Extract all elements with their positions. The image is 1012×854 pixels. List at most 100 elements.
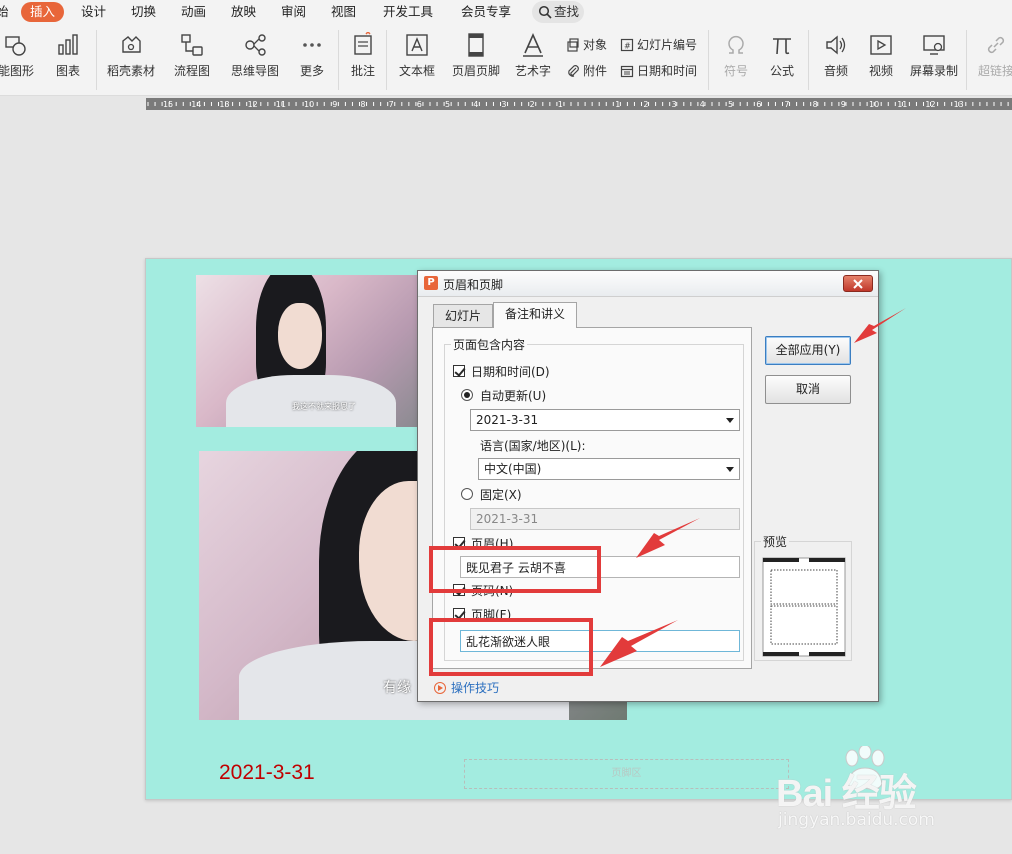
photo-subtitle: 我这不就来报恩了 — [292, 402, 356, 411]
cancel-button[interactable]: 取消 — [765, 375, 851, 404]
menu-animation[interactable]: 动画 — [181, 2, 206, 22]
chart-icon — [58, 34, 78, 55]
date-format-select[interactable]: 2021-3-31 — [470, 409, 740, 431]
textbox-button[interactable]: 文本框 — [393, 32, 441, 88]
ruler-label: 9 — [841, 100, 846, 109]
ruler-label: 10 — [304, 100, 314, 109]
ruler-label: 7 — [784, 100, 789, 109]
auto-update-radio[interactable] — [461, 389, 473, 401]
fixed-date-value: 2021-3-31 — [476, 512, 539, 526]
ruler-label: 8 — [813, 100, 818, 109]
chart-button[interactable]: 图表 — [48, 32, 88, 88]
ruler-label: 14 — [191, 100, 201, 109]
ruler-label: 5 — [728, 100, 733, 109]
photo-face — [278, 303, 322, 369]
object-label: 对象 — [583, 38, 608, 52]
chart-label: 图表 — [55, 64, 80, 78]
preview-title: 预览 — [761, 533, 790, 550]
dialog-title: 页眉和页脚 — [443, 278, 504, 292]
datetime-checkbox[interactable] — [453, 365, 465, 377]
horizontal-ruler: 16151413121110987654321 1234567891011121… — [146, 98, 1012, 110]
audio-label: 音频 — [823, 64, 848, 78]
play-circle-icon — [434, 682, 446, 694]
slide-photo-top[interactable]: 我这不就来报恩了 — [196, 275, 420, 427]
menu-view[interactable]: 视图 — [331, 2, 356, 22]
menu-review[interactable]: 审阅 — [281, 2, 306, 22]
preview-page-icon — [762, 557, 846, 657]
more-button[interactable]: 更多 — [294, 32, 330, 88]
slide-number-label: 幻灯片编号 — [637, 38, 698, 52]
language-value: 中文(中国) — [484, 462, 542, 476]
header-footer-icon — [468, 33, 484, 57]
fixed-label: 固定(X) — [480, 488, 522, 502]
dialog-close-button[interactable] — [843, 275, 873, 292]
object-button[interactable]: 对象 — [566, 36, 607, 54]
formula-button[interactable]: 公式 — [762, 32, 802, 88]
hyperlink-button[interactable]: 超链接 — [974, 32, 1012, 88]
menu-design[interactable]: 设计 — [81, 2, 106, 22]
mindmap-label: 思维导图 — [230, 64, 279, 78]
fixed-date-input[interactable]: 2021-3-31 — [470, 508, 740, 530]
wordart-label: 艺术字 — [514, 64, 551, 78]
search-button[interactable]: 查找 — [532, 1, 584, 23]
video-icon — [870, 35, 892, 55]
symbol-label: 符号 — [723, 64, 748, 78]
photo-subtitle: 有缘 — [383, 680, 411, 696]
wordart-icon — [523, 33, 543, 57]
attachment-button[interactable]: 附件 — [566, 62, 607, 80]
ruler-label: 11 — [276, 100, 286, 109]
date-format-value: 2021-3-31 — [476, 413, 539, 427]
ruler-label: 1 — [558, 100, 563, 109]
flowchart-button[interactable]: 流程图 — [168, 32, 216, 88]
preview-panel: 预览 — [754, 533, 852, 661]
apply-all-button[interactable]: 全部应用(Y) — [765, 336, 851, 365]
ribbon-separator — [386, 30, 387, 90]
dialog-titlebar[interactable]: P 页眉和页脚 — [418, 271, 878, 297]
video-button[interactable]: 视频 — [860, 32, 902, 88]
ruler-label: 4 — [473, 100, 478, 109]
wordart-button[interactable]: 艺术字 — [509, 32, 557, 88]
page-content-group: 页面包含内容 日期和时间(D) 自动更新(U) 2021-3-31 语言(国家/… — [444, 336, 744, 661]
slide-number-button[interactable]: # 幻灯片编号 — [620, 36, 697, 54]
comment-icon — [354, 32, 372, 55]
daoke-material-button[interactable]: 稻壳素材 — [104, 32, 158, 88]
screen-record-icon — [923, 35, 945, 55]
wps-app-icon: P — [424, 276, 438, 290]
menu-slideshow[interactable]: 放映 — [231, 2, 256, 22]
slide-footer-placeholder[interactable]: 页脚区 — [464, 759, 789, 789]
menu-transition[interactable]: 切换 — [131, 2, 156, 22]
mindmap-button[interactable]: 思维导图 — [224, 32, 286, 88]
datetime-button[interactable]: 日期和时间 — [620, 62, 697, 80]
ribbon-separator — [966, 30, 967, 90]
comment-button[interactable]: 批注 — [346, 32, 380, 88]
baidu-watermark: Bai 经验 jingyan.baidu.com — [772, 744, 1012, 854]
language-label: 语言(国家/地区)(L): — [480, 439, 586, 453]
menu-insert[interactable]: 插入 — [21, 2, 65, 22]
close-icon — [853, 279, 863, 289]
audio-button[interactable]: 音频 — [816, 32, 856, 88]
ruler-label: 2 — [643, 100, 648, 109]
link-icon — [987, 36, 1005, 54]
menu-developer[interactable]: 开发工具 — [383, 2, 433, 22]
tab-slide[interactable]: 幻灯片 — [433, 304, 494, 327]
menu-member[interactable]: 会员专享 — [461, 2, 511, 22]
textbox-label: 文本框 — [398, 64, 435, 78]
comment-label: 批注 — [350, 64, 375, 78]
language-select[interactable]: 中文(中国) — [478, 458, 740, 480]
tips-link[interactable]: 操作技巧 — [434, 679, 499, 696]
video-label: 视频 — [868, 64, 893, 78]
fixed-radio[interactable] — [461, 488, 473, 500]
menu-start[interactable]: 始 — [0, 2, 9, 22]
flowchart-icon — [181, 34, 203, 56]
smart-shape-button[interactable]: 能图形 — [0, 32, 40, 88]
symbol-button[interactable]: 符号 — [716, 32, 756, 88]
ruler-label: 3 — [501, 100, 506, 109]
ruler-label: 6 — [756, 100, 761, 109]
header-footer-button[interactable]: 页眉页脚 — [450, 32, 502, 88]
tab-notes-handouts[interactable]: 备注和讲义 — [493, 302, 578, 328]
screen-record-button[interactable]: 屏幕录制 — [908, 32, 960, 88]
datetime-checkbox-label: 日期和时间(D) — [471, 365, 550, 379]
slide-number-icon: # — [620, 38, 634, 52]
tips-label: 操作技巧 — [451, 681, 500, 695]
slide-date-text[interactable]: 2021-3-31 — [219, 761, 315, 785]
